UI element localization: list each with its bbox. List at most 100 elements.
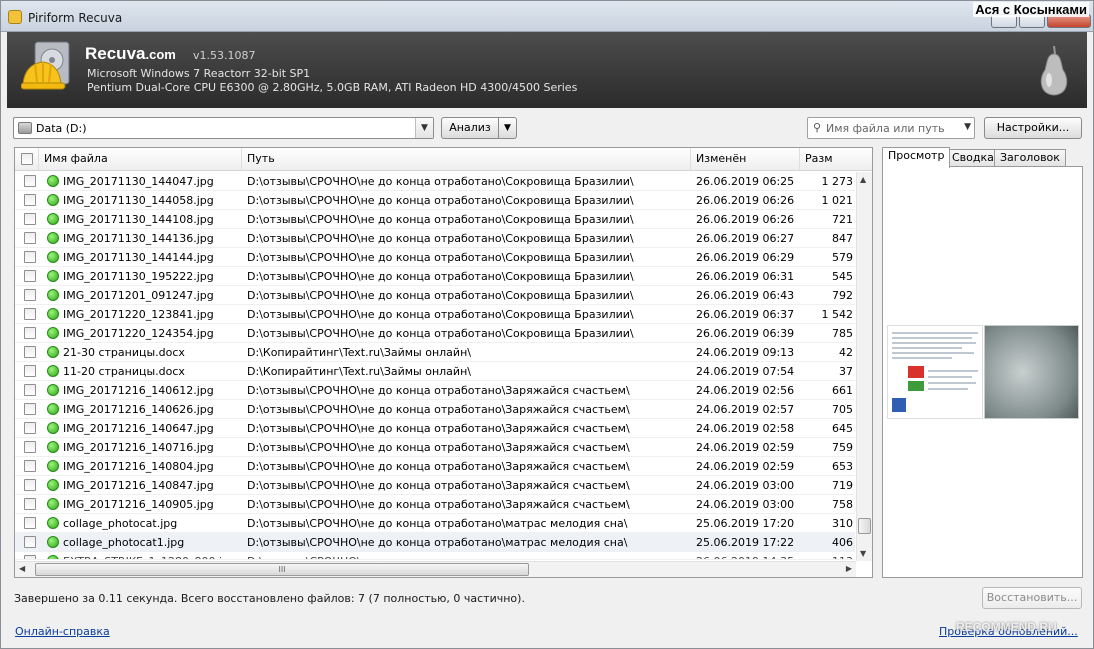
preview-document-image xyxy=(887,325,983,419)
column-header-name[interactable]: Имя файла xyxy=(39,148,242,170)
table-row[interactable]: IMG_20171216_140716.jpg D:\отзывы\СРОЧНО\… xyxy=(15,438,855,457)
app-header: Recuva.com v1.53.1087 Microsoft Windows … xyxy=(7,32,1087,108)
row-checkbox[interactable] xyxy=(24,232,36,244)
horizontal-scroll-thumb[interactable]: III xyxy=(35,563,529,576)
scroll-down-icon[interactable]: ▼ xyxy=(860,549,866,558)
green-circle-icon xyxy=(47,384,59,396)
green-circle-icon xyxy=(47,346,59,358)
search-dropdown-chevron-down-icon[interactable]: ▼ xyxy=(964,122,971,132)
table-row[interactable]: IMG_20171130_144136.jpg D:\отзывы\СРОЧНО\… xyxy=(15,229,855,248)
row-checkbox[interactable] xyxy=(24,384,36,396)
table-row[interactable]: collage_photocat1.jpg D:\отзывы\СРОЧНО\не… xyxy=(15,533,855,552)
file-path: D:\отзывы\СРОЧНО\не до конца отработано\… xyxy=(247,327,634,340)
row-checkbox[interactable] xyxy=(24,498,36,510)
tab-preview[interactable]: Просмотр xyxy=(882,147,951,168)
recover-button[interactable]: Восстановить... xyxy=(982,587,1082,609)
row-checkbox[interactable] xyxy=(24,270,36,282)
row-checkbox[interactable] xyxy=(24,308,36,320)
column-header-size[interactable]: Разм xyxy=(800,148,872,170)
file-list-header: Имя файла Путь Изменён Разм xyxy=(15,148,872,171)
row-checkbox[interactable] xyxy=(24,479,36,491)
horizontal-scrollbar[interactable]: ◀ III ▶ xyxy=(15,561,856,577)
row-checkbox[interactable] xyxy=(24,327,36,339)
scroll-left-icon[interactable]: ◀ xyxy=(19,564,25,573)
scan-button[interactable]: Анализ xyxy=(441,117,499,139)
row-checkbox[interactable] xyxy=(24,536,36,548)
select-all-checkbox[interactable] xyxy=(21,153,33,165)
column-header-modified[interactable]: Изменён xyxy=(691,148,800,170)
green-circle-icon xyxy=(47,422,59,434)
tab-header[interactable]: Заголовок xyxy=(994,149,1066,167)
table-row[interactable]: collage_photocat.jpg D:\отзывы\СРОЧНО\не … xyxy=(15,514,855,533)
green-circle-icon xyxy=(47,175,59,187)
file-modified: 26.06.2019 06:27 xyxy=(696,232,795,245)
file-size: 310 xyxy=(832,517,853,530)
table-row[interactable]: IMG_20171201_091247.jpg D:\отзывы\СРОЧНО\… xyxy=(15,286,855,305)
file-name: IMG_20171216_140612.jpg xyxy=(63,384,214,397)
file-name: 21-30 страницы.docx xyxy=(63,346,185,359)
file-name: IMG_20171201_091247.jpg xyxy=(63,289,214,302)
file-modified: 26.06.2019 14:35 xyxy=(696,555,796,559)
row-checkbox[interactable] xyxy=(24,346,36,358)
file-path: D:\отзывы\СРОЧНО\не до конца отработано\… xyxy=(247,270,634,283)
table-row[interactable]: IMG_20171216_140905.jpg D:\отзывы\СРОЧНО\… xyxy=(15,495,855,514)
row-checkbox[interactable] xyxy=(24,460,36,472)
table-row[interactable]: IMG_20171220_124354.jpg D:\отзывы\СРОЧНО\… xyxy=(15,324,855,343)
file-name: IMG_20171130_144136.jpg xyxy=(63,232,214,245)
table-row[interactable]: 21-30 страницы.docx D:\Копирайтинг\Text.r… xyxy=(15,343,855,362)
hardware-info: Pentium Dual-Core CPU E6300 @ 2.80GHz, 5… xyxy=(87,81,578,94)
table-row[interactable]: IMG_20171130_144058.jpg D:\отзывы\СРОЧНО\… xyxy=(15,191,855,210)
row-checkbox[interactable] xyxy=(24,441,36,453)
file-modified: 24.06.2019 02:56 xyxy=(696,384,795,397)
row-checkbox[interactable] xyxy=(24,251,36,263)
table-row[interactable]: 11-20 страницы.docx D:\Копирайтинг\Text.r… xyxy=(15,362,855,381)
file-path: D:\отзывы\СРОЧНО\не до конца отработано\… xyxy=(247,460,630,473)
brand-title: Recuva xyxy=(85,44,146,63)
file-size: 545 xyxy=(832,270,853,283)
file-name: IMG_20171130_144047.jpg xyxy=(63,175,214,188)
row-checkbox[interactable] xyxy=(24,289,36,301)
chevron-down-icon[interactable]: ▼ xyxy=(415,118,433,138)
table-row[interactable]: IMG_20171130_144108.jpg D:\отзывы\СРОЧНО\… xyxy=(15,210,855,229)
table-row[interactable]: IMG_20171130_144144.jpg D:\отзывы\СРОЧНО\… xyxy=(15,248,855,267)
recuva-window: Piriform Recuva Ася с Косынками Recuva.c… xyxy=(0,0,1094,649)
file-path: D:\отзывы\СРОЧНО\ xyxy=(247,555,687,559)
row-checkbox[interactable] xyxy=(24,194,36,206)
row-checkbox[interactable] xyxy=(24,365,36,377)
row-checkbox[interactable] xyxy=(24,403,36,415)
row-checkbox[interactable] xyxy=(24,422,36,434)
row-checkbox[interactable] xyxy=(24,555,36,559)
scroll-up-icon[interactable]: ▲ xyxy=(860,175,866,184)
file-path: D:\отзывы\СРОЧНО\не до конца отработано\… xyxy=(247,403,630,416)
table-row[interactable]: EXTRA_STRIKE_1_1280_800.j D:\отзывы\СРОЧН… xyxy=(15,552,855,560)
drive-select[interactable]: Data (D:) ▼ xyxy=(13,117,434,139)
table-row[interactable]: IMG_20171216_140612.jpg D:\отзывы\СРОЧНО\… xyxy=(15,381,855,400)
recuva-logo-icon xyxy=(21,41,70,90)
file-size: 645 xyxy=(832,422,853,435)
column-header-path[interactable]: Путь xyxy=(242,148,691,170)
online-help-link[interactable]: Онлайн-справка xyxy=(15,625,110,638)
table-row[interactable]: IMG_20171216_140804.jpg D:\отзывы\СРОЧНО\… xyxy=(15,457,855,476)
search-input[interactable] xyxy=(826,120,956,136)
row-checkbox[interactable] xyxy=(24,517,36,529)
vertical-scroll-thumb[interactable] xyxy=(858,518,871,534)
tab-summary[interactable]: Сводка xyxy=(946,149,1000,167)
row-checkbox[interactable] xyxy=(24,213,36,225)
table-row[interactable]: IMG_20171220_123841.jpg D:\отзывы\СРОЧНО\… xyxy=(15,305,855,324)
table-row[interactable]: IMG_20171216_140647.jpg D:\отзывы\СРОЧНО\… xyxy=(15,419,855,438)
table-row[interactable]: IMG_20171216_140626.jpg D:\отзывы\СРОЧНО\… xyxy=(15,400,855,419)
table-row[interactable]: IMG_20171216_140847.jpg D:\отзывы\СРОЧНО\… xyxy=(15,476,855,495)
file-size: 792 xyxy=(832,289,853,302)
scroll-right-icon[interactable]: ▶ xyxy=(846,564,852,573)
green-circle-icon xyxy=(47,365,59,377)
row-checkbox[interactable] xyxy=(24,175,36,187)
file-modified: 26.06.2019 06:25 xyxy=(696,175,795,188)
settings-button[interactable]: Настройки... xyxy=(984,117,1082,139)
table-row[interactable]: IMG_20171130_144047.jpg D:\отзывы\СРОЧНО\… xyxy=(15,172,855,191)
file-path: D:\Копирайтинг\Text.ru\Займы онлайн\ xyxy=(247,365,471,378)
vertical-scrollbar[interactable]: ▲ ▼ xyxy=(856,172,872,561)
table-row[interactable]: IMG_20171130_195222.jpg D:\отзывы\СРОЧНО\… xyxy=(15,267,855,286)
search-box[interactable]: ⚲ ▼ xyxy=(807,117,975,139)
scan-options-chevron-down-icon[interactable]: ▼ xyxy=(498,117,517,139)
file-size: 719 xyxy=(832,479,853,492)
